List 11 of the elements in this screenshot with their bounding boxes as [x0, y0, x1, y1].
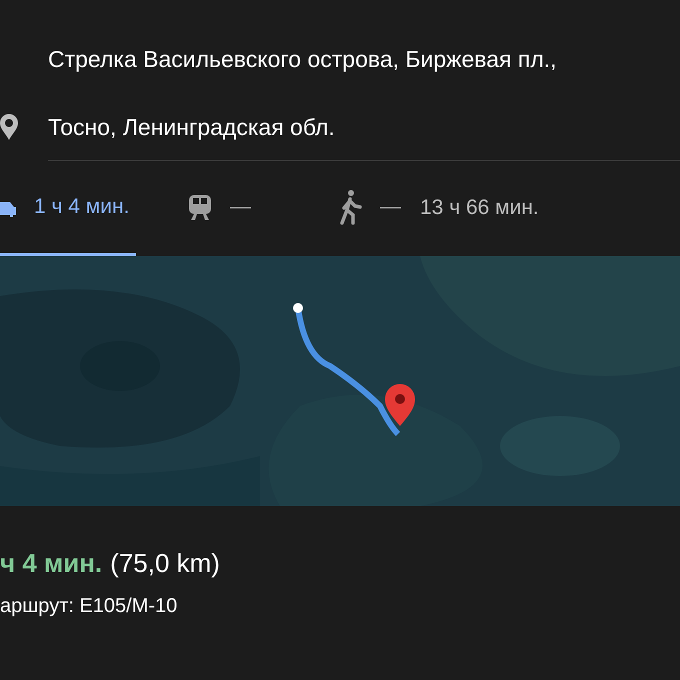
route-duration: ч 4 мин. [0, 547, 102, 580]
origin-field[interactable]: Стрелка Васильевского острова, Биржевая пл., [48, 42, 680, 76]
travel-mode-tab[interactable]: — [286, 160, 416, 256]
route-distance: (75,0 km) [110, 547, 220, 580]
walking-duration: 13 ч 66 мин. [420, 195, 539, 222]
destination-field[interactable]: Тосно, Ленинградская обл. [48, 110, 335, 144]
route-roads: аршрут: E105/M-10 [0, 594, 178, 619]
location-pin-icon [0, 114, 18, 140]
walking-person-icon [338, 188, 362, 224]
travel-mode-tab[interactable]: — [136, 160, 286, 256]
train-icon [188, 194, 212, 220]
